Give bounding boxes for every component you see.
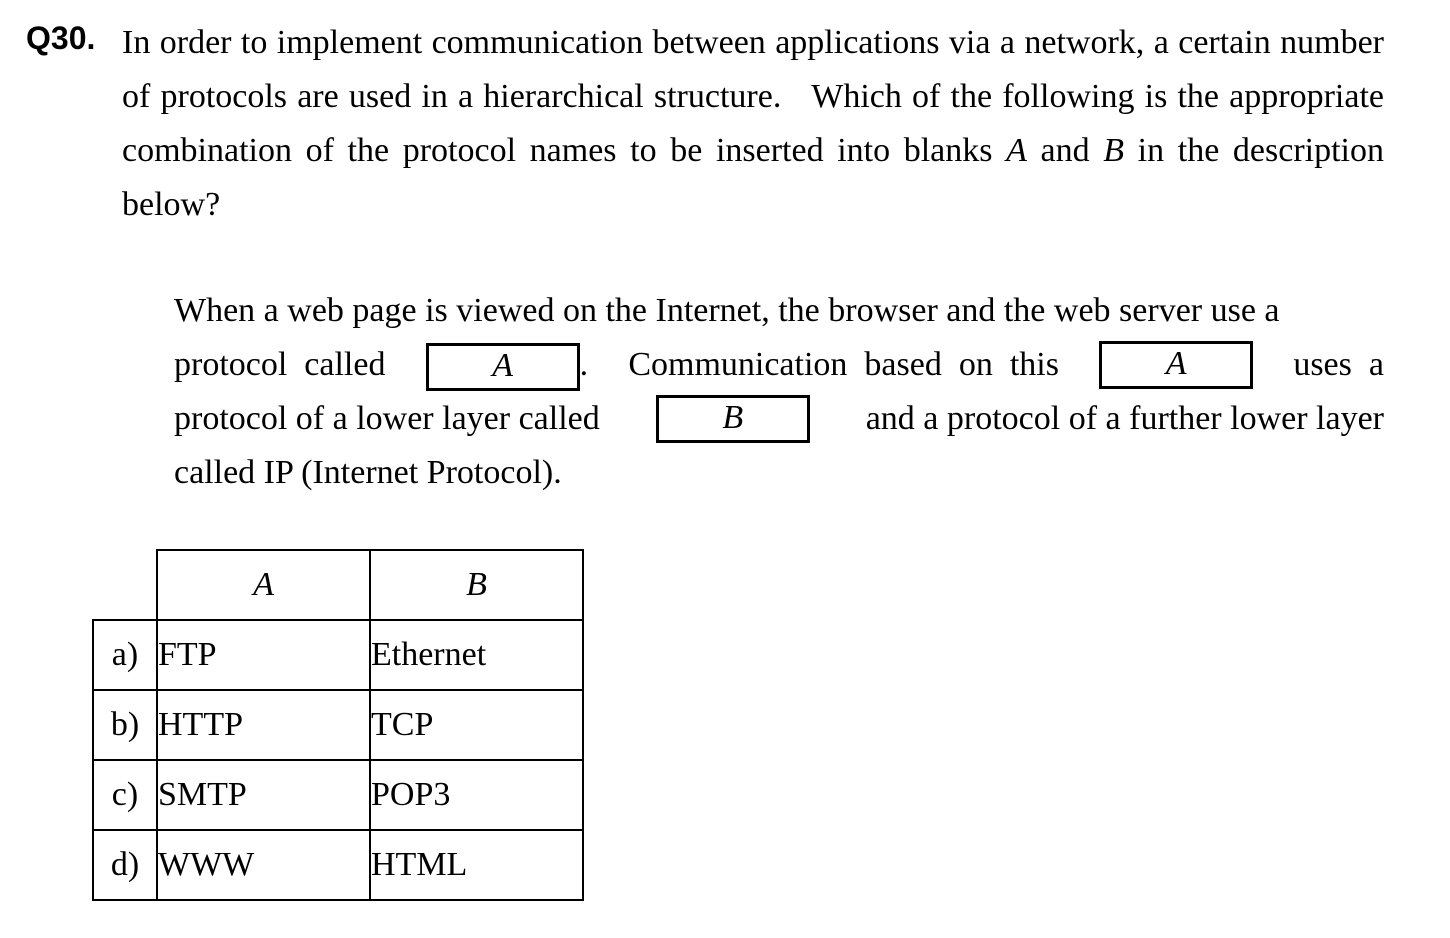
answer-table: A B a) FTP Ethernet b) HTTP TCP c) SMTP …: [92, 549, 584, 901]
table-corner: [93, 550, 157, 620]
passage-line-4: called IP (Internet Protocol).: [174, 446, 1384, 500]
question-number: Q30.: [26, 20, 96, 56]
passage-text: protocol of a lower layer called: [174, 400, 600, 437]
passage-text: and a protocol of a further lower layer: [865, 400, 1384, 437]
stem-text: In order to implement communication betw…: [122, 24, 1384, 223]
option-cell-b: TCP: [369, 689, 584, 761]
answer-row-c[interactable]: c) SMTP POP3: [92, 759, 584, 831]
passage-text: Communication based on this: [628, 346, 1059, 383]
passage-line-3: protocol of a lower layer called B and a…: [174, 392, 1384, 446]
passage-text: protocol called: [174, 346, 386, 383]
option-cell-a: WWW: [156, 829, 371, 901]
description-passage: When a web page is viewed on the Interne…: [174, 284, 1384, 500]
answer-row-d[interactable]: d) WWW HTML: [92, 829, 584, 901]
option-cell-b: HTML: [369, 829, 584, 901]
option-cell-b: Ethernet: [369, 619, 584, 691]
option-cell-a: HTTP: [156, 689, 371, 761]
blank-a-box: A: [1099, 341, 1254, 389]
option-label[interactable]: d): [92, 829, 158, 901]
answer-row-b[interactable]: b) HTTP TCP: [92, 689, 584, 761]
option-cell-a: FTP: [156, 619, 371, 691]
blank-b-box: B: [655, 395, 810, 443]
table-header-row: A B: [93, 549, 584, 621]
blank-a-box: A: [425, 343, 580, 392]
option-cell-a: SMTP: [156, 759, 371, 831]
option-cell-b: POP3: [369, 759, 584, 831]
option-label[interactable]: c): [92, 759, 158, 831]
column-header-a: A: [156, 549, 371, 621]
option-label[interactable]: b): [92, 689, 158, 761]
answer-row-a[interactable]: a) FTP Ethernet: [92, 619, 584, 691]
passage-text: When a web page is viewed on the Interne…: [174, 292, 1280, 329]
passage-line-2: protocol called A. Communication based o…: [174, 338, 1384, 392]
question-stem: In order to implement communication betw…: [122, 16, 1384, 232]
passage-text: called IP (Internet Protocol).: [174, 454, 562, 491]
column-header-b: B: [369, 549, 584, 621]
passage-text: uses a: [1293, 346, 1384, 383]
period: .: [579, 346, 589, 383]
option-label[interactable]: a): [92, 619, 158, 691]
passage-line-1: When a web page is viewed on the Interne…: [174, 284, 1384, 338]
